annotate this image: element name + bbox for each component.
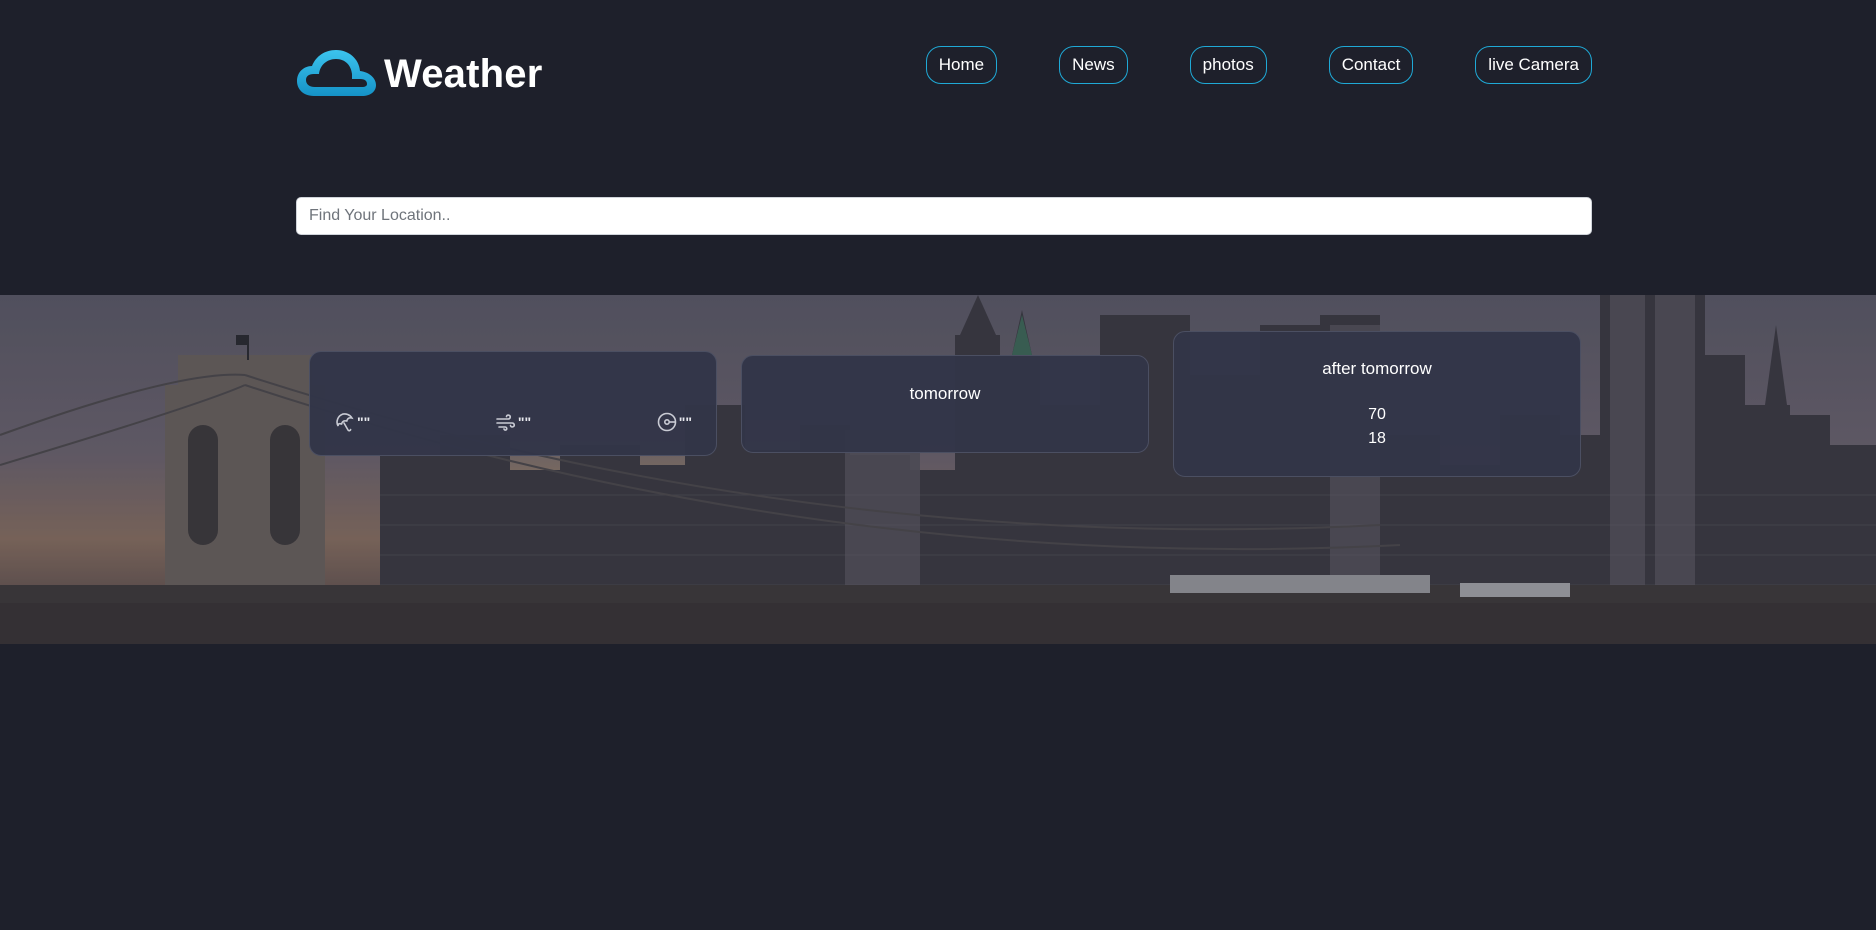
wind-icon [495, 411, 517, 433]
wind-value: "" [517, 414, 532, 430]
nav-live-camera[interactable]: live Camera [1475, 46, 1592, 84]
rain-value: "" [357, 414, 371, 430]
logo[interactable]: Weather [296, 46, 543, 102]
weather-stats: "" "" "" [334, 411, 692, 433]
cloud-icon [296, 48, 378, 100]
umbrella-icon [334, 411, 356, 433]
wind-stat: "" [495, 411, 531, 433]
nav-contact[interactable]: Contact [1328, 46, 1414, 84]
temperature-range: 70 18 [1174, 403, 1580, 451]
nav-news[interactable]: News [1059, 46, 1128, 84]
card-title-after-tomorrow: after tomorrow [1322, 359, 1432, 378]
rain-stat: "" [334, 411, 370, 433]
direction-value: "" [678, 414, 692, 430]
compass-icon [656, 411, 678, 433]
min-temp: 18 [1368, 430, 1386, 447]
direction-stat: "" [656, 411, 692, 433]
nav-home[interactable]: Home [925, 46, 998, 84]
logo-text: Weather [384, 51, 543, 96]
weather-page: Weather Home News photos Contact live Ca… [0, 0, 1876, 930]
forecast-card-after-tomorrow: after tomorrow 70 18 [1173, 331, 1581, 477]
location-search-input[interactable] [296, 197, 1592, 235]
nav-photos[interactable]: photos [1189, 46, 1267, 84]
forecast-card-tomorrow: tomorrow [741, 355, 1149, 453]
city-skyline-banner [0, 295, 1876, 644]
main-nav: Home News photos Contact live Camera [925, 46, 1592, 84]
max-temp: 70 [1368, 406, 1386, 423]
card-title-tomorrow: tomorrow [909, 384, 981, 403]
forecast-card-today: "" "" "" [309, 351, 717, 456]
